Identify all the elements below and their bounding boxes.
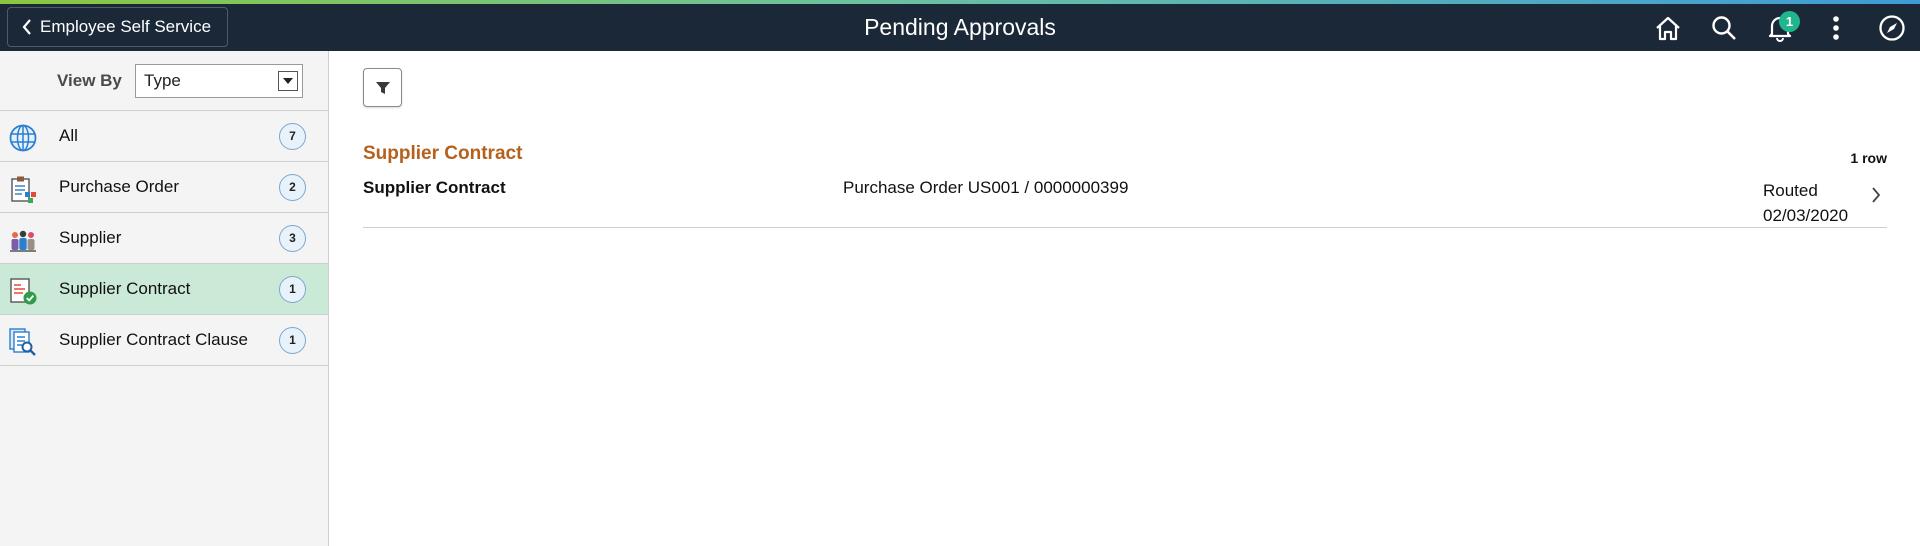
filter-icon — [375, 81, 390, 94]
top-banner: Employee Self Service Pending Approvals … — [0, 4, 1920, 51]
row-status-block: Routed 02/03/2020 — [1763, 178, 1848, 228]
approval-row[interactable]: Supplier Contract Purchase Order US001 /… — [363, 173, 1887, 228]
chevron-left-icon — [22, 19, 31, 35]
chevron-down-icon — [278, 70, 298, 91]
more-vertical-icon — [1833, 15, 1839, 40]
row-count: 1 row — [1850, 150, 1887, 166]
view-by-bar: View By Type — [0, 51, 328, 111]
count-badge: 3 — [279, 224, 306, 252]
search-button[interactable] — [1696, 4, 1752, 51]
view-by-select[interactable]: Type — [135, 63, 303, 98]
home-icon — [1656, 16, 1680, 40]
contract-check-icon — [10, 278, 37, 305]
document-search-icon — [9, 328, 36, 356]
sidebar-item-supplier[interactable]: Supplier 3 — [0, 213, 328, 264]
sidebar-item-all[interactable]: All 7 — [0, 111, 328, 162]
sidebar-item-label: Supplier Contract Clause — [59, 330, 248, 349]
people-icon — [10, 230, 36, 252]
sidebar-item-purchase-order[interactable]: Purchase Order 2 — [0, 162, 328, 213]
view-by-label: View By — [57, 70, 122, 90]
clipboard-icon — [11, 176, 36, 203]
row-type: Supplier Contract — [363, 178, 506, 197]
row-status: Routed — [1763, 181, 1818, 200]
sidebar-item-supplier-contract-clause[interactable]: Supplier Contract Clause 1 — [0, 315, 328, 366]
count-badge: 2 — [279, 173, 306, 201]
page-title: Pending Approvals — [864, 14, 1056, 40]
sidebar-item-label: Supplier Contract — [59, 279, 191, 298]
filter-button[interactable] — [363, 68, 402, 107]
sidebar-item-supplier-contract[interactable]: Supplier Contract 1 — [0, 264, 328, 315]
main-content: Supplier Contract 1 row Supplier Contrac… — [330, 51, 1920, 546]
notifications-button[interactable]: 1 — [1752, 4, 1808, 51]
count-badge: 1 — [279, 326, 306, 354]
back-button[interactable]: Employee Self Service — [7, 7, 229, 47]
actions-menu-button[interactable] — [1808, 4, 1864, 51]
notification-count-badge: 1 — [1779, 11, 1800, 32]
search-icon — [1712, 15, 1736, 40]
globe-icon — [9, 124, 37, 152]
back-button-label: Employee Self Service — [40, 17, 212, 36]
count-badge: 7 — [279, 122, 306, 150]
navbar-button[interactable] — [1864, 4, 1920, 51]
sidebar-item-label: Supplier — [59, 228, 122, 247]
view-by-value: Type — [144, 70, 181, 90]
chevron-right-icon — [1872, 187, 1881, 203]
compass-icon — [1879, 14, 1905, 41]
sidebar-item-label: All — [59, 126, 78, 145]
home-button[interactable] — [1640, 4, 1696, 51]
header-actions: 1 — [1640, 4, 1920, 51]
sidebar-item-label: Purchase Order — [59, 177, 179, 196]
row-description: Purchase Order US001 / 0000000399 — [843, 178, 1129, 197]
count-badge: 1 — [279, 275, 306, 303]
sidebar: View By Type All 7 Purchase Order 2 Supp… — [0, 51, 329, 546]
group-title: Supplier Contract — [363, 143, 523, 164]
row-date: 02/03/2020 — [1763, 206, 1849, 225]
